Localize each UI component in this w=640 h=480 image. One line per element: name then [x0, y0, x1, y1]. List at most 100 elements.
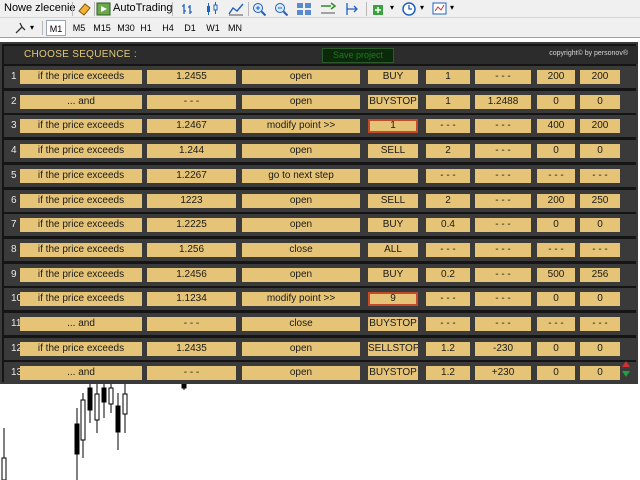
price-cell[interactable]: 1.2225 — [147, 218, 236, 233]
value1-cell[interactable]: 200 — [537, 70, 575, 84]
action-cell[interactable]: open — [242, 70, 360, 84]
timeframe-m5[interactable]: M5 — [68, 20, 90, 36]
condition-cell[interactable]: if the price exceeds — [20, 267, 142, 282]
scroll-up-icon[interactable] — [622, 361, 630, 367]
quantity-cell[interactable]: - - - — [426, 242, 470, 257]
quantity-cell[interactable]: - - - — [426, 168, 470, 183]
level-cell[interactable]: - - - — [475, 144, 531, 159]
timeframe-mn[interactable]: MN — [224, 20, 246, 36]
quantity-cell[interactable]: 2 — [426, 144, 470, 159]
price-cell[interactable]: 1.244 — [147, 144, 236, 159]
condition-cell[interactable]: if the price exceeds — [20, 70, 142, 84]
type-cell[interactable]: BUYSTOP — [368, 317, 418, 331]
value2-cell[interactable]: - - - — [580, 317, 620, 331]
line-tools-icon[interactable] — [14, 21, 30, 35]
bar-chart-icon[interactable] — [180, 2, 196, 16]
value2-cell[interactable]: 0 — [580, 144, 620, 159]
price-cell[interactable]: 1.1234 — [147, 292, 236, 307]
chevron-down-icon[interactable]: ▾ — [30, 20, 34, 36]
value2-cell[interactable]: 0 — [580, 292, 620, 307]
action-cell[interactable]: close — [242, 317, 360, 331]
autotrading-icon[interactable] — [96, 2, 112, 16]
timeframe-m15[interactable]: M15 — [90, 20, 114, 36]
value2-cell[interactable]: - - - — [580, 242, 620, 257]
value1-cell[interactable]: 0 — [537, 292, 575, 307]
value2-cell[interactable]: 256 — [580, 267, 620, 282]
condition-cell[interactable]: if the price exceeds — [20, 193, 142, 208]
level-cell[interactable]: - - - — [475, 193, 531, 208]
condition-cell[interactable]: if the price exceeds — [20, 168, 142, 183]
type-cell[interactable] — [368, 168, 418, 183]
value1-cell[interactable]: 0 — [537, 144, 575, 159]
chevron-down-icon[interactable]: ▾ — [450, 0, 454, 16]
type-cell[interactable]: BUY — [368, 218, 418, 233]
quantity-cell[interactable]: - - - — [426, 119, 470, 134]
price-cell[interactable]: 1.2435 — [147, 341, 236, 356]
condition-cell[interactable]: if the price exceeds — [20, 242, 142, 257]
chevron-down-icon[interactable]: ▾ — [420, 0, 424, 16]
value1-cell[interactable]: - - - — [537, 242, 575, 257]
timeframe-h1[interactable]: H1 — [136, 20, 156, 36]
autotrading-button[interactable]: AutoTrading — [113, 0, 173, 16]
value1-cell[interactable]: 0 — [537, 94, 575, 109]
condition-cell[interactable]: if the price exceeds — [20, 144, 142, 159]
level-cell[interactable]: - - - — [475, 70, 531, 84]
line-chart-icon[interactable] — [228, 2, 244, 16]
value2-cell[interactable]: 0 — [580, 94, 620, 109]
level-cell[interactable]: -230 — [475, 341, 531, 356]
type-cell[interactable]: BUYSTOP — [368, 366, 418, 381]
value1-cell[interactable]: 200 — [537, 193, 575, 208]
value1-cell[interactable]: 0 — [537, 341, 575, 356]
chart-shift-icon[interactable] — [344, 2, 360, 16]
timeframe-h4[interactable]: H4 — [158, 20, 178, 36]
new-order-button[interactable]: Nowe zlecenie — [4, 0, 76, 16]
level-cell[interactable]: - - - — [475, 292, 531, 307]
type-cell[interactable]: 9 — [368, 292, 418, 307]
condition-cell[interactable]: if the price exceeds — [20, 119, 142, 134]
timeframe-d1[interactable]: D1 — [180, 20, 200, 36]
condition-cell[interactable]: ... and — [20, 317, 142, 331]
scroll-down-icon[interactable] — [622, 371, 630, 377]
type-cell[interactable]: BUY — [368, 70, 418, 84]
value2-cell[interactable]: 0 — [580, 341, 620, 356]
quantity-cell[interactable]: 1 — [426, 70, 470, 84]
type-cell[interactable]: SELL — [368, 144, 418, 159]
price-cell[interactable]: 1.2455 — [147, 70, 236, 84]
action-cell[interactable]: open — [242, 94, 360, 109]
condition-cell[interactable]: ... and — [20, 94, 142, 109]
zoom-out-icon[interactable] — [274, 2, 290, 16]
action-cell[interactable]: open — [242, 341, 360, 356]
action-cell[interactable]: modify point >> — [242, 119, 360, 134]
price-cell[interactable]: 1.2267 — [147, 168, 236, 183]
price-cell[interactable]: 1.2456 — [147, 267, 236, 282]
value1-cell[interactable]: - - - — [537, 168, 575, 183]
type-cell[interactable]: SELL — [368, 193, 418, 208]
quantity-cell[interactable]: 2 — [426, 193, 470, 208]
level-cell[interactable]: - - - — [475, 119, 531, 134]
price-cell[interactable]: - - - — [147, 366, 236, 381]
action-cell[interactable]: open — [242, 144, 360, 159]
quantity-cell[interactable]: - - - — [426, 292, 470, 307]
value2-cell[interactable]: 250 — [580, 193, 620, 208]
value1-cell[interactable]: 0 — [537, 218, 575, 233]
clock-icon[interactable] — [402, 2, 418, 16]
level-cell[interactable]: - - - — [475, 168, 531, 183]
candlestick-icon[interactable] — [204, 2, 220, 16]
type-cell[interactable]: BUY — [368, 267, 418, 282]
action-cell[interactable]: modify point >> — [242, 292, 360, 307]
value2-cell[interactable]: 0 — [580, 366, 620, 381]
quantity-cell[interactable]: - - - — [426, 317, 470, 331]
level-cell[interactable]: - - - — [475, 267, 531, 282]
condition-cell[interactable]: ... and — [20, 366, 142, 381]
quantity-cell[interactable]: 0.4 — [426, 218, 470, 233]
value2-cell[interactable]: - - - — [580, 168, 620, 183]
value1-cell[interactable]: 400 — [537, 119, 575, 134]
price-cell[interactable]: - - - — [147, 317, 236, 331]
timeframe-m30[interactable]: M30 — [114, 20, 138, 36]
condition-cell[interactable]: if the price exceeds — [20, 292, 142, 307]
price-cell[interactable]: 1.256 — [147, 242, 236, 257]
level-cell[interactable]: - - - — [475, 242, 531, 257]
price-cell[interactable]: 1223 — [147, 193, 236, 208]
tile-windows-icon[interactable] — [296, 2, 312, 16]
type-cell[interactable]: 1 — [368, 119, 418, 134]
